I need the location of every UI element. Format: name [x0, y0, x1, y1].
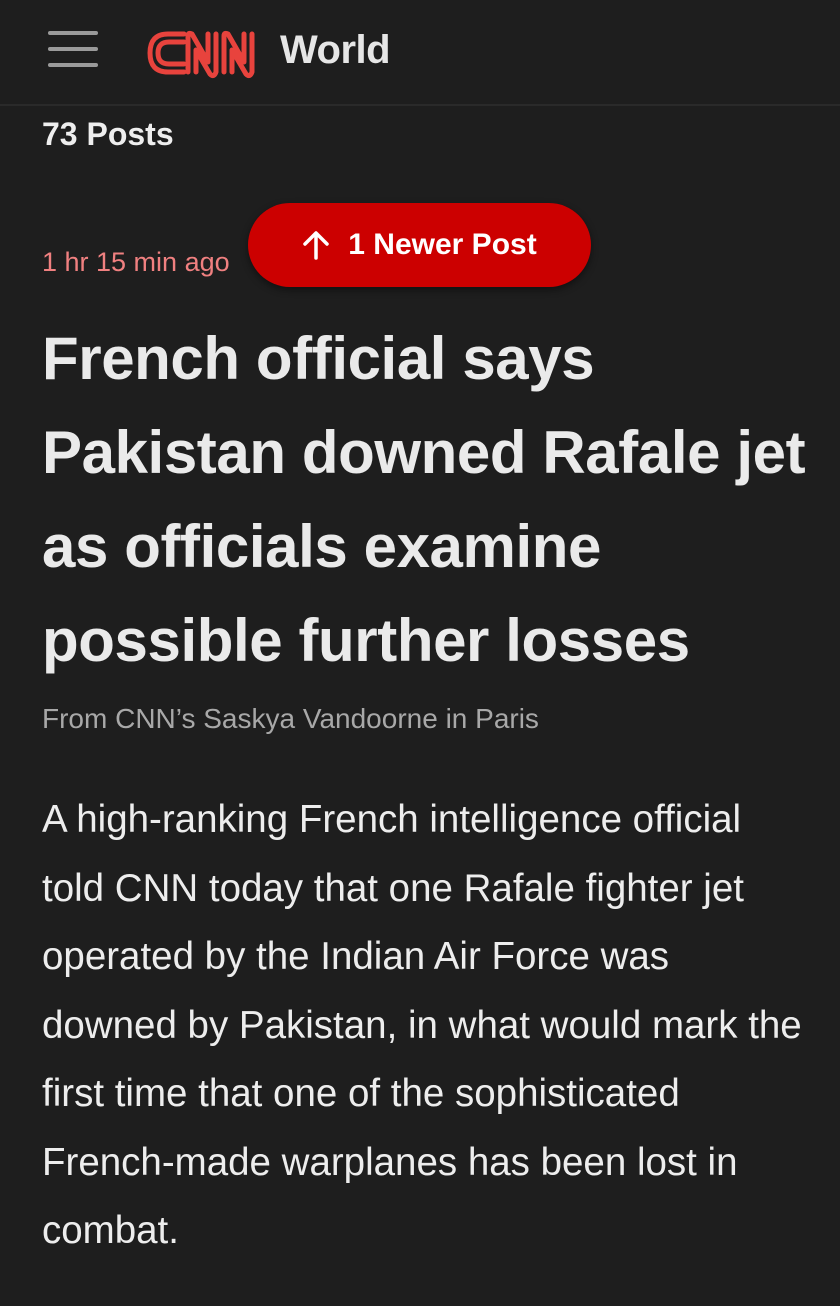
newer-posts-button[interactable]: 1 Newer Post — [248, 203, 591, 287]
section-title[interactable]: World — [280, 28, 391, 73]
hamburger-menu-icon[interactable] — [48, 29, 98, 69]
arrow-up-icon — [303, 231, 330, 260]
cnn-logo[interactable] — [144, 22, 274, 84]
newer-posts-label: 1 Newer Post — [348, 228, 537, 261]
post-headline: French official says Pakistan downed Raf… — [42, 325, 806, 674]
post-timestamp: 1 hr 15 min ago — [42, 247, 230, 277]
top-nav-bar: World — [0, 0, 840, 106]
post-body: A high-ranking French intelligence offic… — [42, 798, 802, 1252]
posts-count: 73 Posts — [42, 116, 174, 152]
post-byline: From CNN’s Saskya Vandoorne in Paris — [42, 703, 539, 734]
